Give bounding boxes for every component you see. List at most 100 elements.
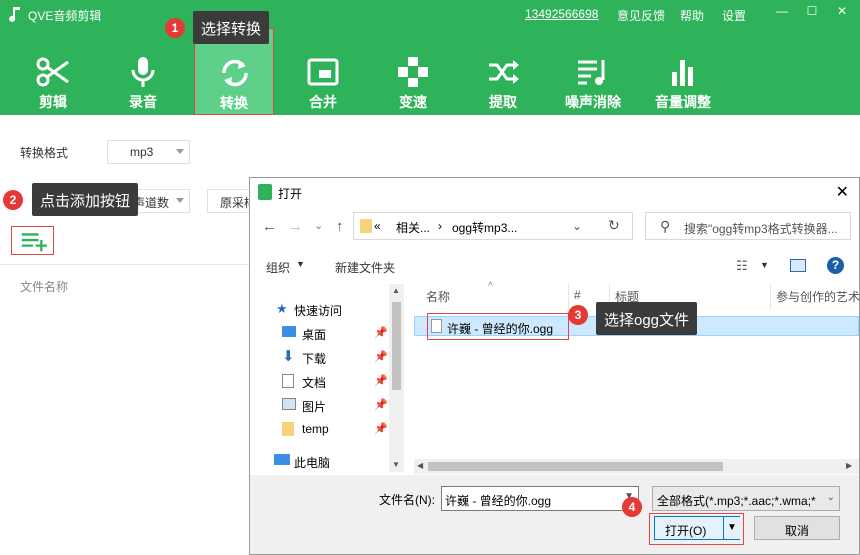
nav-item-downloads[interactable]: ⬇ 下载 📌 <box>260 347 390 369</box>
tool-label: 噪声消除 <box>565 94 621 110</box>
column-header-artist[interactable]: 参与创作的艺术 <box>776 288 860 305</box>
scroll-thumb[interactable] <box>428 462 723 471</box>
phone-link[interactable]: 13492566698 <box>525 7 598 21</box>
chevron-down-icon: ▼ <box>296 259 305 269</box>
file-type-select[interactable]: 全部格式(*.mp3;*.aac;*.wma;* ⌄ <box>652 486 840 511</box>
tool-noise[interactable]: 噪声消除 <box>548 28 638 115</box>
scroll-left-icon[interactable]: ◀ <box>417 461 423 470</box>
nav-item-documents[interactable]: 文档 📌 <box>260 371 390 393</box>
feedback-link[interactable]: 意见反馈 <box>617 7 665 24</box>
nav-item-pictures[interactable]: 图片 📌 <box>260 395 390 417</box>
tool-merge[interactable]: 合并 <box>278 28 368 115</box>
back-arrow-icon[interactable]: ← <box>262 218 277 235</box>
tool-speed[interactable]: 变速 <box>368 28 458 115</box>
tool-volume[interactable]: 音量调整 <box>638 28 728 115</box>
search-icon: ⚲ <box>660 218 671 234</box>
scissors-icon <box>36 57 69 87</box>
filename-input[interactable]: 许巍 - 曾经的你.ogg ▼ <box>441 486 639 511</box>
column-header-number[interactable]: # <box>574 288 581 302</box>
tool-label: 录音 <box>129 94 157 110</box>
breadcrumb-item[interactable]: ogg转mp3... <box>452 219 517 236</box>
pin-icon: 📌 <box>374 351 388 363</box>
highlight-box <box>427 313 569 340</box>
breadcrumb-separator: › <box>438 219 442 233</box>
nav-label: 文档 <box>302 376 327 390</box>
format-value: mp3 <box>130 145 154 159</box>
format-select[interactable]: mp3 <box>107 140 190 164</box>
new-folder-button[interactable]: 新建文件夹 <box>335 259 395 276</box>
nav-item-quick-access[interactable]: ★ 快速访问 <box>260 299 390 321</box>
tip-select-convert: 选择转换 <box>193 11 270 44</box>
horizontal-scrollbar[interactable]: ◀ ▶ <box>414 459 859 474</box>
nav-item-temp[interactable]: temp 📌 <box>260 419 390 441</box>
minimize-button[interactable]: — <box>772 4 792 22</box>
music-note-icon <box>9 7 20 22</box>
tool-cut[interactable]: 剪辑 <box>8 28 98 115</box>
tool-label: 转换 <box>220 95 248 111</box>
breadcrumb-prefix: « <box>374 219 381 233</box>
command-bar: 组织 ▼ 新建文件夹 ☷ ▼ ? <box>250 252 859 280</box>
open-dropdown-arrow-icon[interactable]: ▼ <box>723 517 740 539</box>
add-file-button[interactable] <box>11 226 54 255</box>
scroll-up-icon[interactable]: ▲ <box>392 286 400 295</box>
column-header-name[interactable]: 名称 <box>426 288 450 305</box>
volume-icon <box>672 60 693 86</box>
breadcrumb-item[interactable]: 相关... <box>396 219 430 236</box>
file-name-column-header: 文件名称 <box>20 280 69 294</box>
settings-link[interactable]: 设置 <box>722 7 746 24</box>
nav-label: temp <box>302 422 329 436</box>
search-box[interactable]: ⚲ 搜索"ogg转mp3格式转换器... <box>645 212 851 240</box>
desktop-icon <box>282 326 296 337</box>
recent-chevron-icon[interactable]: ⌄ <box>314 219 323 232</box>
search-placeholder: 搜索"ogg转mp3格式转换器... <box>684 222 838 236</box>
computer-icon <box>274 454 290 465</box>
cancel-button[interactable]: 取消 <box>754 516 840 540</box>
nav-item-this-pc[interactable]: 此电脑 <box>260 451 390 473</box>
chevron-down-icon[interactable]: ⌄ <box>572 219 582 233</box>
dialog-title-bar: 打开 ✕ <box>250 178 859 206</box>
dialog-close-button[interactable]: ✕ <box>836 182 849 202</box>
help-link[interactable]: 帮助 <box>680 7 704 24</box>
download-icon: ⬇ <box>282 348 295 365</box>
navigation-pane: ★ 快速访问 桌面 📌 ⬇ 下载 📌 文档 📌 图片 📌 temp 📌 此电脑 <box>260 284 403 472</box>
up-arrow-icon[interactable]: ↑ <box>336 218 344 235</box>
address-bar[interactable]: « 相关... › ogg转mp3... ⌄ ↻ <box>353 212 633 240</box>
organize-menu[interactable]: 组织 <box>266 259 290 276</box>
nav-label: 快速访问 <box>294 304 343 318</box>
folder-icon <box>360 219 372 233</box>
refresh-icon[interactable]: ↻ <box>608 217 620 234</box>
tip-select-ogg: 选择ogg文件 <box>596 302 698 335</box>
tool-extract[interactable]: 提取 <box>458 28 548 115</box>
help-icon[interactable]: ? <box>827 257 844 274</box>
sort-up-icon: ^ <box>488 281 493 292</box>
merge-icon <box>307 58 339 86</box>
star-icon: ★ <box>276 301 288 316</box>
maximize-button[interactable]: ☐ <box>802 4 822 22</box>
pin-icon: 📌 <box>374 423 388 435</box>
tool-label: 提取 <box>489 94 517 110</box>
convert-icon <box>222 59 248 87</box>
channel-value: 声道数 <box>133 196 170 210</box>
tool-record[interactable]: 录音 <box>98 28 188 115</box>
view-options-icon[interactable]: ☷ <box>736 258 748 274</box>
close-button[interactable]: ✕ <box>832 4 852 22</box>
scroll-thumb[interactable] <box>392 302 401 390</box>
step-badge-3: 3 <box>568 305 588 325</box>
filename-label: 文件名(N): <box>379 493 435 507</box>
step-badge-1: 1 <box>165 18 185 38</box>
tool-label: 音量调整 <box>655 94 711 110</box>
add-list-icon <box>21 233 47 252</box>
tool-label: 变速 <box>399 94 427 110</box>
nav-item-desktop[interactable]: 桌面 📌 <box>260 323 390 345</box>
picture-icon <box>282 398 296 410</box>
nav-scrollbar[interactable]: ▲ ▼ <box>389 284 404 472</box>
scroll-right-icon[interactable]: ▶ <box>846 461 852 470</box>
app-title: QVE音频剪辑 <box>28 9 102 23</box>
preview-pane-icon[interactable] <box>790 259 806 272</box>
forward-arrow-icon[interactable]: → <box>288 218 303 235</box>
chevron-down-icon[interactable]: ▼ <box>760 260 769 270</box>
scroll-down-icon[interactable]: ▼ <box>392 460 400 469</box>
chevron-down-icon <box>176 149 184 154</box>
filename-value: 许巍 - 曾经的你.ogg <box>445 494 552 508</box>
open-button[interactable]: 打开(O) ▼ <box>654 516 740 540</box>
